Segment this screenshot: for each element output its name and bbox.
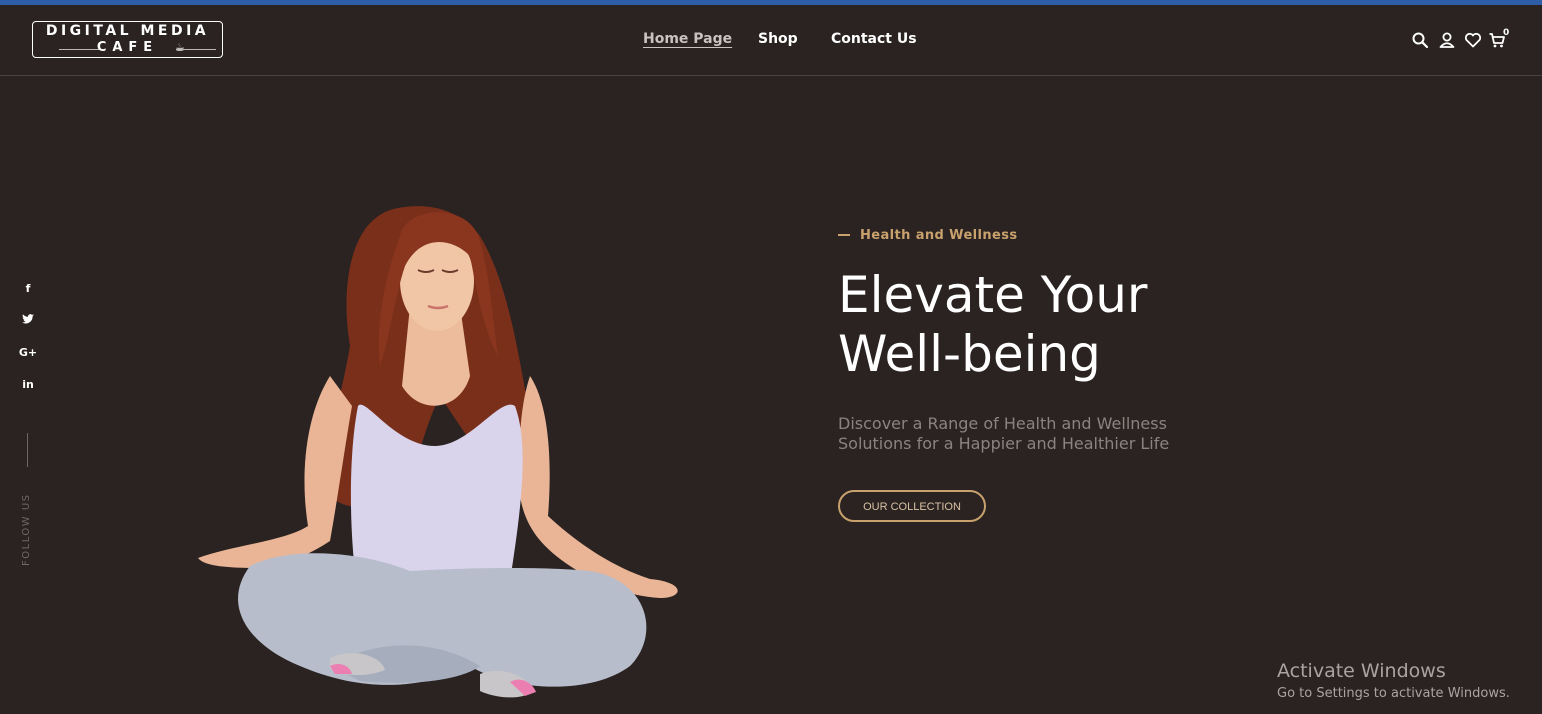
slider-dots — [750, 709, 789, 714]
activate-windows-title: Activate Windows — [1277, 660, 1446, 682]
facebook-icon[interactable]: f — [18, 281, 38, 297]
our-collection-button[interactable]: OUR COLLECTION — [838, 490, 986, 522]
hero-eyebrow: Health and Wellness — [860, 228, 1018, 243]
hero-subtext-line1: Discover a Range of Health and Wellness — [838, 414, 1167, 433]
site-logo[interactable]: DIGITAL MEDIA CAFE ☕ — [32, 21, 223, 58]
nav-home-page[interactable]: Home Page — [643, 31, 732, 47]
follow-us-label: FOLLOW US — [21, 493, 32, 566]
logo-line2: CAFE — [96, 40, 159, 55]
search-icon[interactable] — [1411, 31, 1429, 49]
logo-rule-right — [176, 49, 216, 50]
hero-headline-line1: Elevate Your — [838, 266, 1148, 324]
site-header: DIGITAL MEDIA CAFE ☕ Home Page Shop Cont… — [0, 5, 1542, 76]
coffee-cup-icon: ☕ — [175, 41, 185, 54]
hero-headline: Elevate Your Well-being — [838, 266, 1147, 384]
nav-shop[interactable]: Shop — [758, 31, 798, 47]
logo-line1: DIGITAL MEDIA — [45, 23, 210, 39]
twitter-icon[interactable] — [18, 313, 38, 329]
eyebrow-dash — [838, 234, 850, 236]
hero-headline-line2: Well-being — [838, 325, 1101, 383]
cart-count-badge: 0 — [1503, 28, 1510, 38]
user-icon[interactable] — [1438, 31, 1456, 49]
meditating-woman-image — [198, 206, 678, 698]
linkedin-icon[interactable]: in — [18, 377, 38, 393]
heart-icon[interactable] — [1464, 31, 1482, 49]
follow-divider — [27, 433, 28, 467]
page: DIGITAL MEDIA CAFE ☕ Home Page Shop Cont… — [0, 0, 1542, 714]
google-plus-icon[interactable]: G+ — [18, 345, 38, 361]
hero-subtext: Discover a Range of Health and Wellness … — [838, 414, 1218, 454]
nav-contact-us[interactable]: Contact Us — [831, 31, 917, 47]
hero-subtext-line2: Solutions for a Happier and Healthier Li… — [838, 434, 1170, 453]
activate-windows-subtitle: Go to Settings to activate Windows. — [1277, 686, 1510, 701]
